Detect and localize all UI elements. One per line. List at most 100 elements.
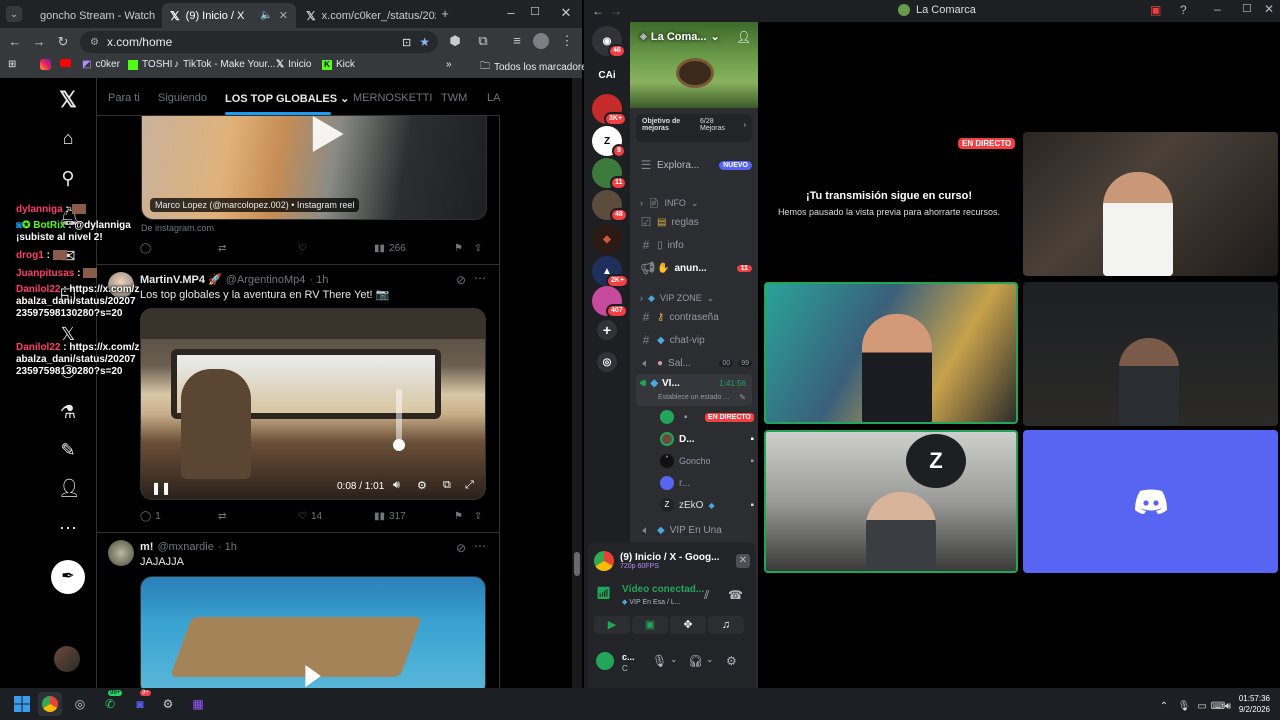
tab-search-icon[interactable]: ⌄ xyxy=(6,6,22,22)
server-item[interactable]: 3K+ xyxy=(592,94,628,126)
app-grid-icon[interactable]: ▦ xyxy=(186,692,210,716)
direct-messages-icon[interactable]: ◉ 46 xyxy=(592,26,626,58)
voice-channel-vip-en-una[interactable]: 🔈︎ ◆ VIP En Una xyxy=(640,521,752,539)
discover-icon[interactable]: ◎ xyxy=(597,352,617,372)
voice-channel-vi-active[interactable]: 🔊︎ ◆ VI... 1:41:56 Establece un estado ...… xyxy=(636,374,752,406)
game-video-media[interactable] xyxy=(140,576,486,696)
camera-button[interactable]: ▶ xyxy=(594,616,630,634)
settings-icon[interactable]: ⚙ xyxy=(417,479,427,492)
views-stat[interactable]: ▮▮ 317 xyxy=(374,511,406,522)
lab-icon[interactable]: ⚗ xyxy=(58,402,78,422)
share-icon[interactable]: ⇪ xyxy=(474,511,482,522)
extension-icon[interactable]: ⬢ xyxy=(446,33,464,49)
post-time[interactable]: · 1h xyxy=(309,274,328,286)
channel-chat-vip[interactable]: # ◆ chat-vip xyxy=(640,331,752,349)
rv-video-player[interactable]: ❚❚ 0:08 / 1:01 🔊︎ ⚙ ⧉ ⤢ xyxy=(140,308,486,500)
post-button[interactable]: ✒ xyxy=(51,560,85,594)
channel-info[interactable]: # ▯ info xyxy=(640,236,752,254)
install-app-icon[interactable]: ⊡ xyxy=(402,36,411,49)
link-source[interactable]: De instagram.com xyxy=(141,223,214,233)
channel-anuncios[interactable]: 📢︎ ✋ anun... 11 xyxy=(640,259,752,277)
fullscreen-icon[interactable]: ⤢ xyxy=(465,479,474,492)
address-bar[interactable]: ⚙ x.com/home ⊡ ★ xyxy=(80,31,438,53)
tab-x-home[interactable]: 𝕏 (9) Inicio / X 🔈 ✕ xyxy=(162,3,296,28)
soundboard-button[interactable]: ♫ xyxy=(708,616,744,634)
bookmark-inicio[interactable]: 𝕏 Inicio xyxy=(276,59,311,70)
boost-goal[interactable]: Objetivo de mejoras 6/28 Mejoras › xyxy=(636,114,752,142)
screen-share-button[interactable]: ▣ xyxy=(632,616,668,634)
clock[interactable]: 01:57:36 9/2/2026 xyxy=(1232,693,1270,715)
headphones-icon[interactable]: 🎧︎ xyxy=(688,654,703,668)
pip-icon[interactable]: ⧉ xyxy=(443,479,451,492)
maximize-icon[interactable]: ☐ xyxy=(526,5,544,18)
repost-icon[interactable]: ⇄ xyxy=(218,511,226,522)
user-avatar[interactable] xyxy=(594,650,616,672)
close-window-icon[interactable]: ✕ xyxy=(557,5,575,21)
more-bookmarks-icon[interactable]: » xyxy=(446,59,452,70)
tab-x-status[interactable]: 𝕏 x.com/c0ker_/status/202 ✕ xyxy=(298,3,436,28)
forward-icon[interactable]: → xyxy=(610,4,622,18)
speaker-icon[interactable]: 🔈 xyxy=(260,10,272,21)
voice-user[interactable]: ▪ EN DIRECTO xyxy=(660,408,754,426)
obs-icon[interactable]: ◎ xyxy=(68,692,92,716)
instagram-bookmark[interactable] xyxy=(40,59,51,70)
repost-icon[interactable]: ⇄ xyxy=(218,243,226,254)
minimize-icon[interactable]: – xyxy=(1214,2,1221,16)
server-cai[interactable]: CAi xyxy=(592,60,622,90)
apps-grid-icon[interactable]: ⊞ xyxy=(8,59,16,70)
volume-icon[interactable]: 🔊︎ xyxy=(393,479,400,492)
server-item[interactable]: 48 xyxy=(592,190,628,222)
account-avatar[interactable] xyxy=(54,646,80,672)
new-tab-icon[interactable]: + xyxy=(436,6,454,21)
bookmark-kick[interactable]: K Kick xyxy=(322,59,355,70)
maximize-icon[interactable]: ☐ xyxy=(1242,2,1252,15)
stream-preview[interactable]: (9) Inicio / X - Goog... 720p 60FPS ✕ xyxy=(594,546,750,576)
home-icon[interactable]: ⌂ xyxy=(58,128,78,148)
search-icon[interactable]: ⚲ xyxy=(58,168,78,188)
reply-stat[interactable]: ◯ 1 xyxy=(140,511,161,522)
forward-icon[interactable]: → xyxy=(30,34,48,49)
youtube-bookmark[interactable] xyxy=(60,59,71,67)
author-handle[interactable]: @ArgentinoMp4 xyxy=(226,274,306,286)
profile-avatar[interactable] xyxy=(533,33,549,49)
share-icon[interactable]: ⇪ xyxy=(474,243,482,254)
back-icon[interactable]: ← xyxy=(6,34,24,49)
channel-reglas[interactable]: ☑ ▤ reglas xyxy=(640,213,752,231)
tab-for-you[interactable]: Para ti xyxy=(108,92,140,104)
more-menu-icon[interactable]: ⋮ xyxy=(558,33,576,49)
play-icon[interactable] xyxy=(312,116,344,152)
back-icon[interactable]: ← xyxy=(592,4,604,18)
voice-user[interactable]: ZzEkO ◆ ▪ xyxy=(660,496,754,514)
chrome-taskbar-icon[interactable] xyxy=(38,692,62,716)
post-more-icon[interactable]: ⋯ xyxy=(474,271,486,285)
whatsapp-icon[interactable]: ✆ 99+ xyxy=(98,690,123,716)
x-logo-icon[interactable]: 𝕏 xyxy=(58,89,78,111)
bookmark-c0ker[interactable]: ◩ c0ker xyxy=(82,59,120,70)
profile-icon[interactable]: 👤︎ xyxy=(58,478,81,498)
camera-tile[interactable] xyxy=(1023,282,1278,426)
close-icon[interactable]: ✕ xyxy=(1264,2,1274,16)
server-la-comarca[interactable]: 11 xyxy=(592,158,628,190)
reload-icon[interactable]: ↻ xyxy=(54,34,72,50)
instagram-reel-media[interactable]: Marco Lopez (@marcolopez.002) • Instagra… xyxy=(141,116,487,220)
invite-icon[interactable]: 👤︎ xyxy=(736,30,751,44)
voice-channel-sal[interactable]: 🔈︎ ● Sal... 00 99 xyxy=(640,354,752,372)
volume-knob[interactable] xyxy=(393,439,405,451)
puzzle-icon[interactable]: ⧉ xyxy=(474,33,492,49)
inbox-icon[interactable]: ▣ xyxy=(1150,3,1161,17)
author-name[interactable]: m! xyxy=(140,541,153,553)
server-item[interactable]: ▲ 2K+ xyxy=(592,256,630,288)
grok-icon[interactable]: ⊘ xyxy=(456,541,466,555)
channel-contrasena[interactable]: # ⚷ contraseña xyxy=(640,308,752,326)
server-item[interactable]: Z8 xyxy=(592,126,626,158)
edit-icon[interactable]: ✎ xyxy=(739,393,746,402)
camera-tile-speaking[interactable] xyxy=(764,282,1018,424)
author-handle[interactable]: @mxnardie xyxy=(157,541,213,553)
chevron-down-icon[interactable]: ⌄ xyxy=(706,654,714,665)
disconnect-icon[interactable]: ☎ xyxy=(728,588,743,602)
bookmark-icon[interactable]: ⚑ xyxy=(454,511,463,522)
bookmark-tiktok[interactable]: ♪ TikTok - Make Your... xyxy=(174,59,275,70)
help-icon[interactable]: ? xyxy=(1180,3,1187,17)
like-icon[interactable]: ♡ xyxy=(298,243,307,254)
site-info-icon[interactable]: ⚙ xyxy=(90,37,99,48)
